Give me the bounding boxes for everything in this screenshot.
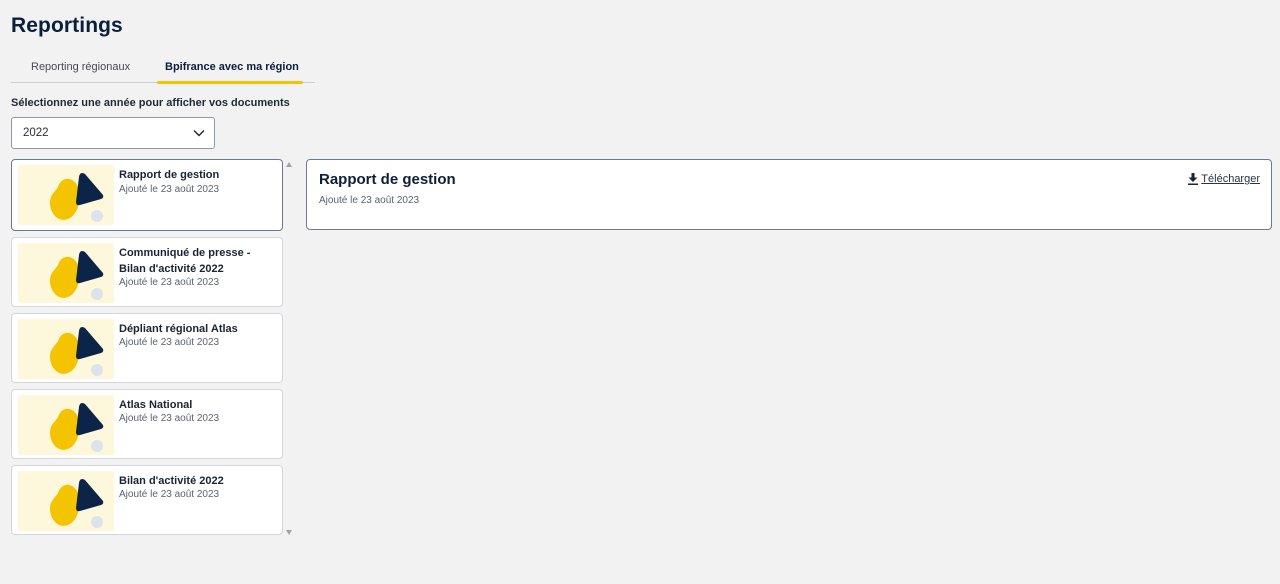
document-card-date: Ajouté le 23 août 2023	[119, 337, 220, 348]
document-card-atlas-national[interactable]: Atlas National Ajouté le 23 août 2023	[11, 389, 283, 459]
document-placeholder-icon	[50, 403, 104, 452]
scroll-up-arrow-icon[interactable]	[286, 162, 292, 167]
document-placeholder-icon	[50, 479, 104, 528]
download-label: Télécharger	[1201, 173, 1260, 185]
document-detail-panel: Rapport de gestion Ajouté le 23 août 202…	[306, 159, 1272, 230]
document-card-title: Bilan d'activité 2022	[119, 475, 224, 487]
document-placeholder-icon	[50, 173, 104, 222]
year-select-value: 2022	[23, 127, 49, 139]
document-placeholder-icon	[50, 327, 104, 376]
document-card-date: Ajouté le 23 août 2023	[119, 489, 220, 500]
document-thumbnail	[18, 319, 114, 379]
document-thumbnail	[18, 395, 114, 455]
document-card-depliant-regional-atlas[interactable]: Dépliant régional Atlas Ajouté le 23 aoû…	[11, 313, 283, 383]
document-card-title: Communiqué de presse - Bilan d'activité …	[119, 247, 251, 275]
document-card-title: Rapport de gestion	[119, 169, 220, 181]
document-thumbnail	[18, 165, 114, 225]
download-button[interactable]: Télécharger	[1188, 173, 1260, 185]
document-card-rapport-de-gestion[interactable]: Rapport de gestion Ajouté le 23 août 202…	[11, 159, 283, 231]
scroll-down-arrow-icon[interactable]	[286, 530, 292, 535]
tab-bpifrance-avec-ma-region[interactable]: Bpifrance avec ma région	[155, 52, 305, 84]
chevron-down-icon	[193, 130, 205, 137]
document-placeholder-icon	[50, 251, 104, 300]
document-detail-title: Rapport de gestion	[319, 171, 456, 188]
document-card-bilan-activite-2022[interactable]: Bilan d'activité 2022 Ajouté le 23 août …	[11, 465, 283, 535]
document-card-date: Ajouté le 23 août 2023	[119, 277, 220, 288]
document-card-communique-de-presse[interactable]: Communiqué de presse - Bilan d'activité …	[11, 237, 283, 307]
document-thumbnail	[18, 471, 114, 531]
year-select[interactable]: 2022	[11, 117, 215, 149]
download-icon	[1188, 173, 1199, 185]
document-card-title: Atlas National	[119, 399, 193, 411]
tab-bar: Reporting régionaux Bpifrance avec ma ré…	[11, 52, 315, 84]
document-card-title: Dépliant régional Atlas	[119, 323, 238, 335]
document-list: Rapport de gestion Ajouté le 23 août 202…	[11, 159, 283, 541]
page-title: Reportings	[11, 14, 123, 37]
document-detail-date: Ajouté le 23 août 2023	[319, 195, 420, 206]
tab-reporting-regionaux[interactable]: Reporting régionaux	[11, 52, 155, 82]
year-select-label: Sélectionnez une année pour afficher vos…	[11, 97, 290, 109]
document-card-date: Ajouté le 23 août 2023	[119, 413, 220, 424]
document-thumbnail	[18, 243, 114, 303]
document-card-date: Ajouté le 23 août 2023	[119, 184, 220, 195]
